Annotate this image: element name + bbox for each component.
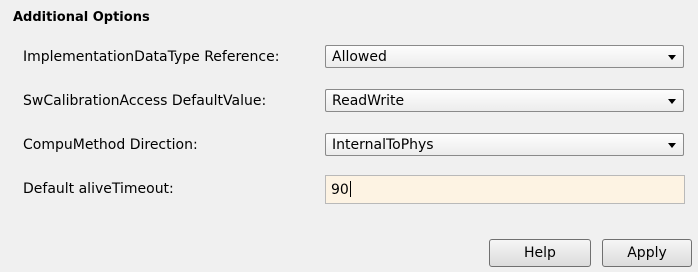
additional-options-panel: Additional Options ImplementationDataTyp…: [0, 0, 698, 272]
compumethod-direction-label: CompuMethod Direction:: [23, 137, 198, 153]
text-caret: [349, 181, 351, 197]
implementation-datatype-reference-value: Allowed: [332, 49, 387, 65]
chevron-down-icon: [668, 55, 676, 60]
compumethod-direction-value: InternalToPhys: [332, 137, 434, 153]
chevron-down-icon: [668, 99, 676, 104]
chevron-down-icon: [668, 143, 676, 148]
default-alive-timeout-input[interactable]: 90: [325, 175, 685, 204]
apply-button[interactable]: Apply: [602, 239, 692, 267]
swcalibrationaccess-defaultvalue-dropdown[interactable]: ReadWrite: [325, 89, 684, 112]
compumethod-direction-dropdown[interactable]: InternalToPhys: [325, 133, 684, 156]
section-title: Additional Options: [13, 10, 150, 25]
implementation-datatype-reference-dropdown[interactable]: Allowed: [325, 45, 684, 68]
default-alive-timeout-label: Default aliveTimeout:: [23, 181, 174, 197]
default-alive-timeout-value: 90: [331, 181, 351, 198]
help-button[interactable]: Help: [489, 239, 591, 267]
implementation-datatype-reference-label: ImplementationDataType Reference:: [23, 49, 280, 65]
swcalibrationaccess-defaultvalue-value: ReadWrite: [332, 93, 405, 109]
swcalibrationaccess-defaultvalue-label: SwCalibrationAccess DefaultValue:: [23, 93, 267, 109]
